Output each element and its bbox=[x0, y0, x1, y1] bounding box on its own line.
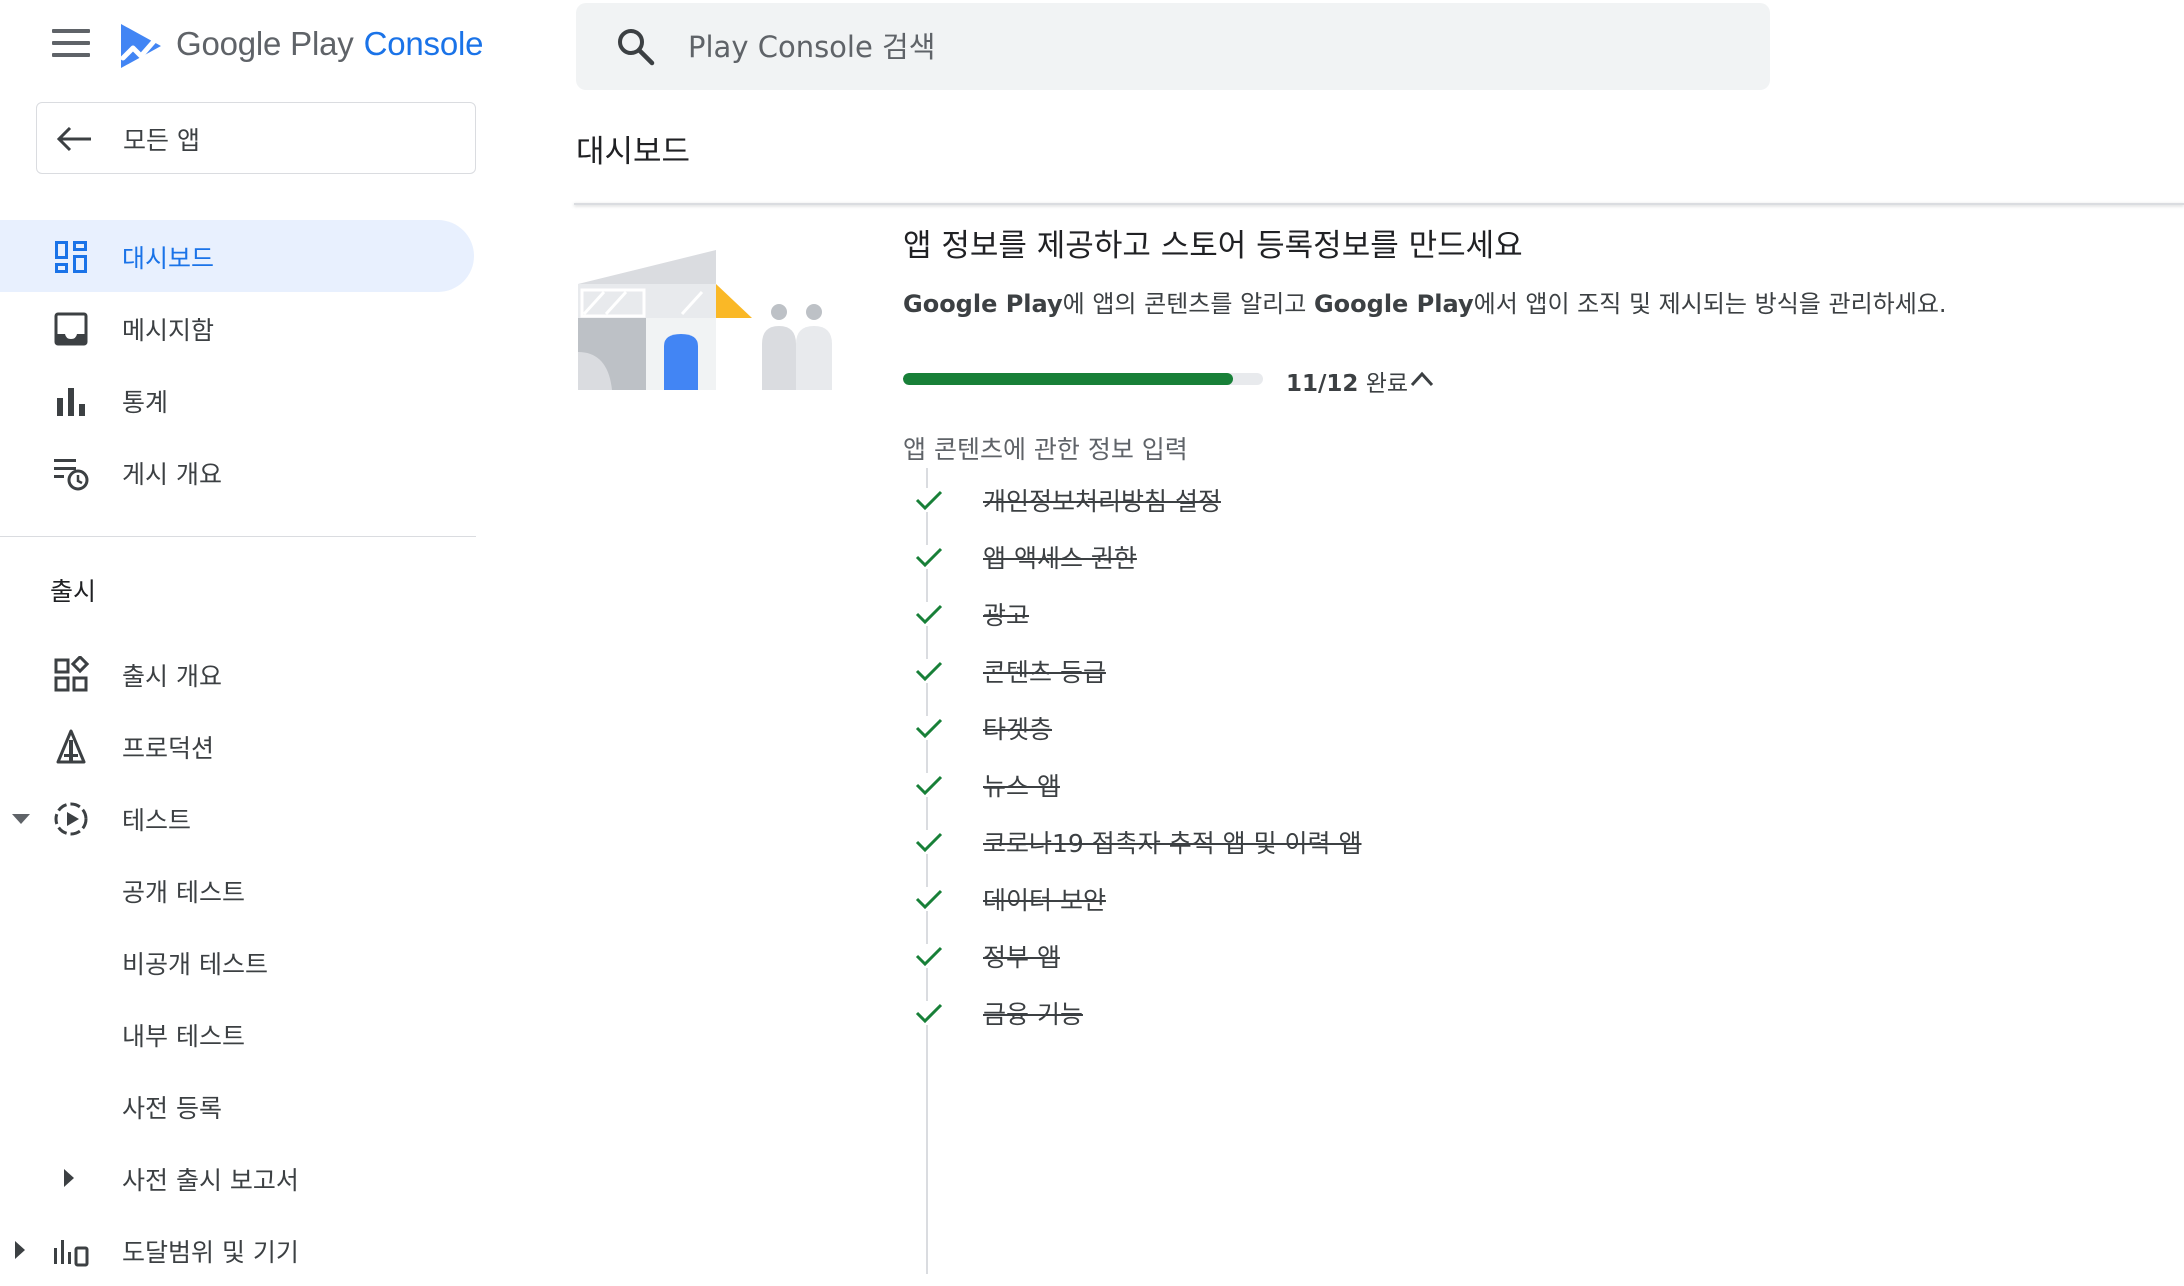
task-item[interactable]: 개인정보처리방침 설정 bbox=[910, 475, 1510, 525]
play-console-logo-icon bbox=[120, 24, 161, 68]
arrow-back-icon bbox=[56, 126, 91, 152]
check-icon bbox=[914, 773, 944, 797]
header-divider bbox=[574, 203, 2184, 205]
sidebar-item-statistics[interactable]: 통계 bbox=[0, 364, 474, 436]
sidebar-item-label: 공개 테스트 bbox=[122, 878, 245, 907]
sidebar-item-label: 통계 bbox=[122, 388, 169, 417]
sidebar-item-label: 메시지함 bbox=[122, 316, 215, 345]
sidebar-item-pre-registration[interactable]: 사전 등록 bbox=[0, 1070, 474, 1142]
all-apps-label: 모든 앱 bbox=[123, 126, 200, 155]
sidebar-item-label: 게시 개요 bbox=[122, 460, 222, 489]
search-input[interactable] bbox=[686, 23, 1690, 71]
releases-overview-icon bbox=[54, 656, 90, 692]
check-icon bbox=[914, 1001, 944, 1025]
publishing-overview-icon bbox=[54, 459, 89, 491]
progress-bar bbox=[903, 373, 1263, 385]
sidebar-item-publishing-overview[interactable]: 게시 개요 bbox=[0, 436, 474, 508]
task-item[interactable]: 타겟층 bbox=[910, 703, 1510, 753]
menu-icon[interactable] bbox=[52, 29, 90, 59]
sidebar-item-label: 비공개 테스트 bbox=[122, 950, 268, 979]
check-icon bbox=[914, 602, 944, 626]
task-item[interactable]: 뉴스 앱 bbox=[910, 760, 1510, 810]
testing-icon bbox=[54, 802, 88, 836]
sidebar-item-releases-overview[interactable]: 출시 개요 bbox=[0, 638, 474, 710]
sidebar-item-label: 대시보드 bbox=[122, 244, 215, 273]
task-label: 정부 앱 bbox=[983, 943, 1060, 972]
search-bar[interactable] bbox=[576, 3, 1770, 90]
inbox-icon bbox=[54, 312, 88, 346]
sidebar-item-testing[interactable]: 테스트 bbox=[0, 782, 474, 854]
sidebar-item-open-testing[interactable]: 공개 테스트 bbox=[0, 854, 474, 926]
sidebar-divider bbox=[0, 536, 476, 537]
task-label: 금융 기능 bbox=[983, 1000, 1083, 1029]
check-icon bbox=[914, 830, 944, 854]
task-label: 뉴스 앱 bbox=[983, 772, 1060, 801]
search-icon bbox=[618, 29, 655, 66]
task-item[interactable]: 콘텐츠 등급 bbox=[910, 646, 1510, 696]
expand-more-icon[interactable] bbox=[12, 814, 30, 824]
dashboard-icon bbox=[55, 241, 87, 273]
sidebar-item-closed-testing[interactable]: 비공개 테스트 bbox=[0, 926, 474, 998]
bar-chart-icon bbox=[57, 388, 85, 416]
task-item[interactable]: 데이터 보안 bbox=[910, 874, 1510, 924]
sidebar-item-label: 도달범위 및 기기 bbox=[122, 1238, 299, 1267]
all-apps-button[interactable]: 모든 앱 bbox=[36, 102, 476, 174]
page-title: 대시보드 bbox=[576, 134, 691, 170]
task-item[interactable]: 코로나19 접촉자 추적 앱 및 이력 앱 bbox=[910, 817, 1510, 867]
app-logo-text: Google Play Console bbox=[176, 25, 484, 62]
sidebar-item-label: 내부 테스트 bbox=[122, 1022, 245, 1051]
sidebar-item-label: 프로덕션 bbox=[122, 734, 215, 763]
progress-fill bbox=[903, 373, 1234, 385]
check-icon bbox=[914, 659, 944, 683]
task-list-heading: 앱 콘텐츠에 관한 정보 입력 bbox=[903, 435, 1188, 464]
task-label: 앱 액세스 권한 bbox=[983, 544, 1137, 573]
sidebar-item-dashboard[interactable]: 대시보드 bbox=[0, 220, 474, 292]
check-icon bbox=[914, 545, 944, 569]
sidebar-item-internal-testing[interactable]: 내부 테스트 bbox=[0, 998, 474, 1070]
production-icon bbox=[56, 729, 86, 764]
task-label: 코로나19 접촉자 추적 앱 및 이력 앱 bbox=[983, 829, 1362, 858]
task-label: 광고 bbox=[983, 601, 1030, 630]
sidebar-item-inbox[interactable]: 메시지함 bbox=[0, 292, 474, 364]
check-icon bbox=[914, 716, 944, 740]
check-icon bbox=[914, 944, 944, 968]
progress-label: 11/12 완료 bbox=[1286, 371, 1409, 397]
task-label: 데이터 보안 bbox=[983, 886, 1106, 915]
task-item[interactable]: 광고 bbox=[910, 589, 1510, 639]
sidebar-item-label: 사전 출시 보고서 bbox=[122, 1166, 299, 1195]
task-item[interactable]: 금융 기능 bbox=[910, 988, 1510, 1038]
sidebar-item-label: 사전 등록 bbox=[122, 1094, 222, 1123]
check-icon bbox=[914, 887, 944, 911]
reach-devices-icon bbox=[54, 1240, 89, 1267]
expand-right-icon[interactable] bbox=[15, 1241, 25, 1259]
sidebar-item-label: 테스트 bbox=[122, 806, 192, 835]
sidebar-item-label: 출시 개요 bbox=[122, 662, 222, 691]
card-title: 앱 정보를 제공하고 스토어 등록정보를 만드세요 bbox=[903, 228, 1523, 264]
expand-right-icon[interactable] bbox=[64, 1169, 74, 1187]
check-icon bbox=[914, 488, 944, 512]
task-label: 타겟층 bbox=[983, 715, 1053, 744]
task-item[interactable]: 앱 액세스 권한 bbox=[910, 532, 1510, 582]
task-item[interactable]: 정부 앱 bbox=[910, 931, 1510, 981]
card-description: Google Play에 앱의 콘텐츠를 알리고 Google Play에서 앱… bbox=[903, 290, 1947, 318]
release-section-title: 출시 bbox=[50, 577, 97, 606]
task-label: 콘텐츠 등급 bbox=[983, 658, 1106, 687]
expand-less-icon[interactable] bbox=[1408, 366, 1436, 392]
sidebar-item-production[interactable]: 프로덕션 bbox=[0, 710, 474, 782]
sidebar-item-pre-launch-report[interactable]: 사전 출시 보고서 bbox=[0, 1142, 474, 1214]
sidebar-item-reach-devices[interactable]: 도달범위 및 기기 bbox=[0, 1214, 474, 1286]
task-label: 개인정보처리방침 설정 bbox=[983, 487, 1221, 516]
store-listing-illustration bbox=[578, 250, 832, 390]
